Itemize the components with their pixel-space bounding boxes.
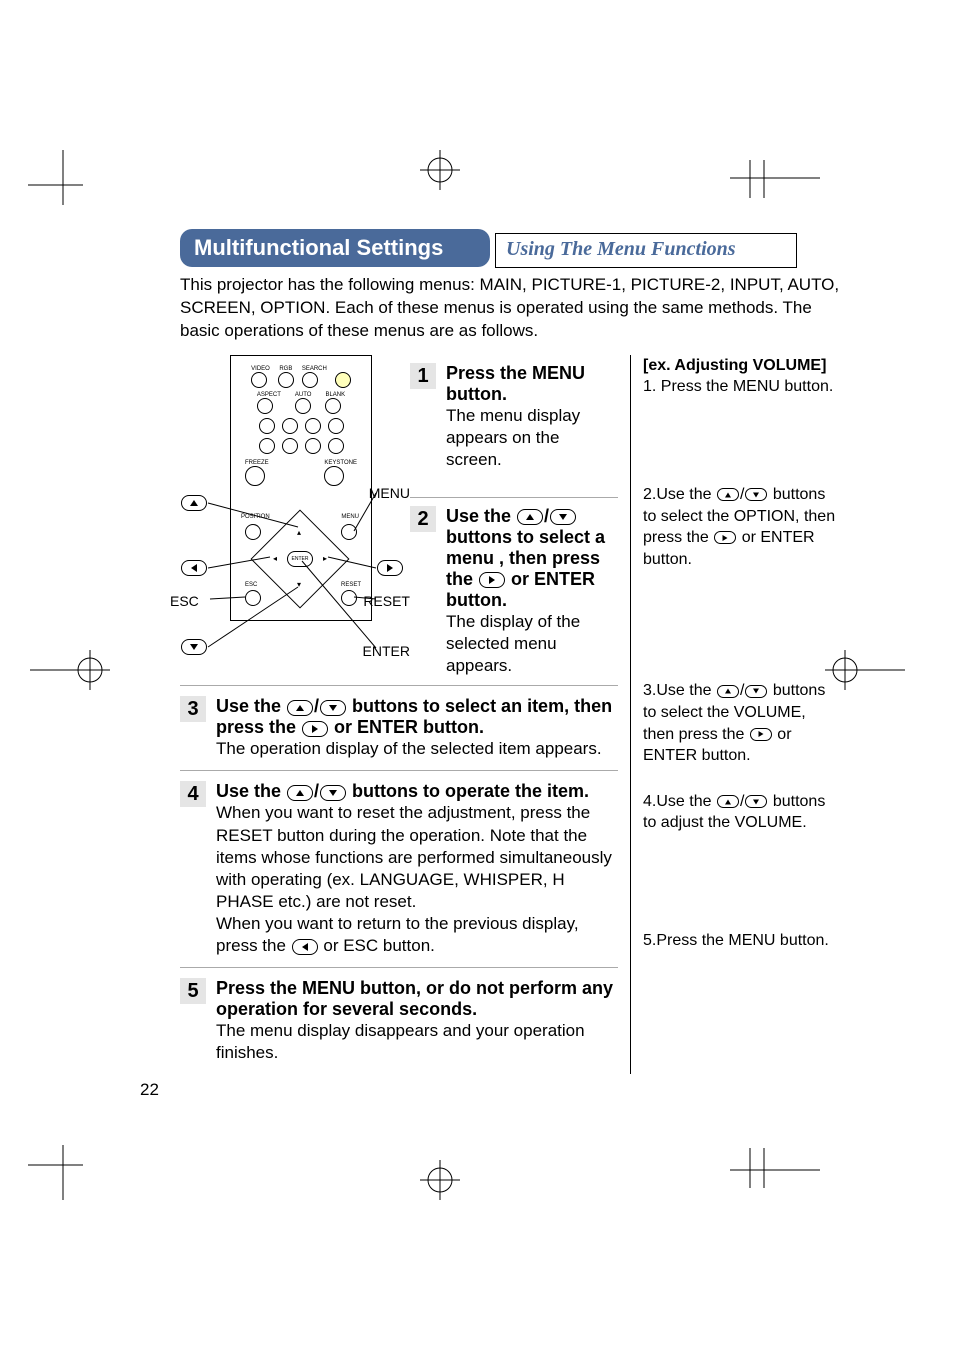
sidebar-item: 1. Press the MENU button. — [643, 376, 840, 398]
remote-diagram: VIDEO RGB SEARCH ASPECT AUTO BLANK — [180, 355, 410, 665]
down-icon — [181, 639, 207, 655]
reset-callout: RESET — [363, 593, 410, 609]
step-4: 4 Use the / buttons to operate the item.… — [180, 770, 618, 967]
step-body: The menu display appears on the screen. — [446, 405, 618, 471]
step-heading: Use the / buttons to select a menu , the… — [446, 506, 618, 611]
step-heading: Use the / buttons to select an item, the… — [216, 696, 618, 738]
up-icon — [717, 488, 739, 501]
crop-mark — [720, 148, 820, 208]
registration-mark — [410, 1150, 470, 1210]
down-icon — [745, 685, 767, 698]
step-1: 1 Press the MENU button. The menu displa… — [410, 355, 618, 479]
crop-mark — [720, 1140, 820, 1200]
down-icon — [745, 795, 767, 808]
step-body: The display of the selected menu appears… — [446, 611, 618, 677]
down-icon — [320, 700, 346, 716]
up-icon — [717, 685, 739, 698]
sidebar-item: 2.Use the / buttons to select the OPTION… — [643, 484, 840, 570]
page-content: Multifunctional Settings Using The Menu … — [180, 225, 840, 1074]
step-heading: Use the / buttons to operate the item. — [216, 781, 618, 802]
sidebar-item: 3.Use the / buttons to select the VOLUME… — [643, 680, 840, 766]
left-icon — [292, 939, 318, 955]
step-heading: Press the MENU button. — [446, 363, 618, 405]
right-icon — [302, 721, 328, 737]
step-number: 3 — [180, 696, 206, 722]
registration-mark — [410, 140, 470, 200]
subsection-title: Using The Menu Functions — [495, 233, 797, 268]
step-body: The menu display disappears and your ope… — [216, 1020, 618, 1064]
intro-text: This projector has the following menus: … — [180, 274, 840, 343]
up-icon — [717, 795, 739, 808]
sidebar-title: [ex. Adjusting VOLUME] — [643, 355, 840, 377]
sidebar-item: 4.Use the / buttons to adjust the VOLUME… — [643, 791, 840, 834]
step-2: 2 Use the / buttons to select a menu , t… — [410, 497, 618, 685]
step-number: 5 — [180, 978, 206, 1004]
step-3: 3 Use the / buttons to select an item, t… — [180, 685, 618, 770]
step-heading: Press the MENU button, or do not perform… — [216, 978, 618, 1020]
up-icon — [287, 700, 313, 716]
left-icon — [181, 560, 207, 576]
right-icon — [377, 560, 403, 576]
main-column: VIDEO RGB SEARCH ASPECT AUTO BLANK — [180, 355, 630, 1075]
esc-callout: ESC — [170, 593, 199, 609]
menu-callout: MENU — [369, 485, 410, 501]
right-icon — [714, 531, 736, 544]
section-title: Multifunctional Settings — [180, 229, 490, 267]
down-icon — [745, 488, 767, 501]
right-icon — [479, 572, 505, 588]
registration-mark — [30, 640, 120, 700]
enter-callout: ENTER — [363, 643, 410, 659]
step-body: When you want to reset the adjustment, p… — [216, 802, 618, 957]
page-number: 22 — [140, 1080, 159, 1100]
step-number: 1 — [410, 363, 436, 389]
down-icon — [550, 509, 576, 525]
step-number: 2 — [410, 506, 436, 532]
step-number: 4 — [180, 781, 206, 807]
right-icon — [750, 728, 772, 741]
step-body: The operation display of the selected it… — [216, 738, 618, 760]
up-icon — [181, 495, 207, 511]
up-icon — [287, 785, 313, 801]
step-5: 5 Press the MENU button, or do not perfo… — [180, 967, 618, 1074]
down-icon — [320, 785, 346, 801]
sidebar-item: 5.Press the MENU button. — [643, 930, 840, 952]
crop-mark — [28, 150, 98, 210]
up-icon — [517, 509, 543, 525]
crop-mark — [28, 1140, 98, 1200]
example-sidebar: [ex. Adjusting VOLUME] 1. Press the MENU… — [630, 355, 840, 1075]
